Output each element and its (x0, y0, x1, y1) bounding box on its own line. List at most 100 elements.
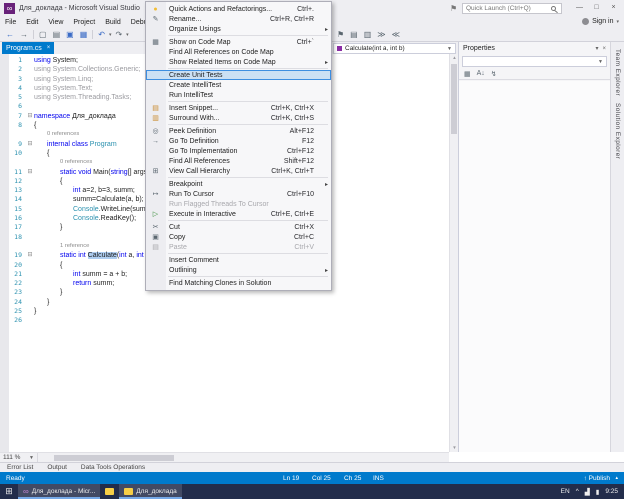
undo-icon[interactable]: ↶ (95, 30, 108, 39)
code-line[interactable]: 14summ=Calculate(a, b); (9, 195, 156, 204)
context-menu-item-quick-actions-and-refactorings[interactable]: ●Quick Actions and Refactorings...Ctrl+. (146, 4, 331, 14)
redo-icon[interactable]: ↷ (112, 30, 125, 39)
context-menu-item-find-matching-clones-in-solution[interactable]: Find Matching Clones in Solution (146, 278, 331, 288)
start-button[interactable]: ⊞ (0, 486, 18, 497)
code-line[interactable]: 16Console.ReadKey(); (9, 214, 156, 223)
maximize-button[interactable]: □ (588, 0, 605, 15)
taskbar-button-file-explorer[interactable] (100, 484, 119, 499)
code-line[interactable]: 26 (9, 316, 156, 325)
close-button[interactable]: × (605, 0, 622, 15)
side-tab-team-explorer[interactable]: Team Explorer (614, 49, 621, 96)
tab-close-icon[interactable]: × (47, 45, 51, 51)
breakpoint-margin[interactable] (0, 54, 9, 452)
code-line[interactable]: 10{ (9, 149, 156, 158)
context-menu-item-cut[interactable]: ✂CutCtrl+X (146, 222, 331, 232)
context-menu-item-run-to-cursor[interactable]: ↦Run To CursorCtrl+F10 (146, 189, 331, 199)
code-line[interactable]: 19⊟static int Calculate(int a, int b) (9, 251, 156, 260)
code-line[interactable]: 5using System.Threading.Tasks; (9, 93, 156, 102)
context-menu-item-find-all-references-on-code-map[interactable]: Find All References on Code Map (146, 47, 331, 57)
toggle-bookmark-icon[interactable]: ⚑ (334, 30, 347, 39)
editor-vertical-scrollbar[interactable]: ▲ ▼ (449, 54, 458, 452)
categorized-icon[interactable]: ▦ (464, 70, 471, 78)
code-line[interactable]: 20{ (9, 261, 156, 270)
taskbar-button-visual-studio[interactable]: ∞Для_доклада - Micr... (18, 484, 100, 499)
context-menu-item-show-on-code-map[interactable]: ▦Show on Code MapCtrl+` (146, 37, 331, 47)
context-menu-item-copy[interactable]: ▣CopyCtrl+C (146, 232, 331, 242)
fold-marker-icon[interactable]: ⊟ (26, 140, 34, 149)
code-line[interactable]: 24} (9, 298, 156, 307)
context-menu-item-surround-with[interactable]: ▥Surround With...Ctrl+K, Ctrl+S (146, 113, 331, 123)
code-line[interactable]: 21int summ = a + b; (9, 270, 156, 279)
context-menu-item-go-to-implementation[interactable]: Go To ImplementationCtrl+F12 (146, 146, 331, 156)
navigate-forward-icon[interactable]: → (17, 30, 31, 39)
side-tab-solution-explorer[interactable]: Solution Explorer (614, 103, 621, 159)
code-line[interactable]: 18 (9, 233, 156, 242)
code-line[interactable]: 15Console.WriteLine(summ); (9, 205, 156, 214)
save-all-icon[interactable]: ▦ (77, 30, 91, 39)
new-file-icon[interactable]: ▢ (36, 30, 50, 39)
code-line[interactable]: 1using System; (9, 56, 156, 65)
language-indicator[interactable]: EN (561, 488, 570, 495)
code-line[interactable]: 8{ (9, 121, 156, 130)
properties-panel-header[interactable]: Properties ▾× (459, 42, 610, 55)
chevron-up-icon[interactable]: ▴ (615, 475, 618, 481)
context-menu-item-view-call-hierarchy[interactable]: ⊞View Call HierarchyCtrl+K, Ctrl+T (146, 166, 331, 176)
bottom-tab-error-list[interactable]: Error List (0, 464, 40, 471)
close-icon[interactable]: × (602, 46, 606, 52)
code-line[interactable]: 23} (9, 288, 156, 297)
context-menu-item-run-intellitest[interactable]: Run IntelliTest (146, 90, 331, 100)
code-line[interactable]: 17} (9, 223, 156, 232)
code-line[interactable]: 12{ (9, 177, 156, 186)
context-menu-item-find-all-references[interactable]: Find All ReferencesShift+F12 (146, 156, 331, 166)
menu-item-view[interactable]: View (43, 17, 68, 28)
navigate-back-icon[interactable]: ← (3, 30, 17, 39)
properties-object-dropdown[interactable]: ▼ (462, 56, 607, 67)
menu-item-project[interactable]: Project (68, 17, 100, 28)
network-icon[interactable]: ▟ (585, 488, 590, 496)
code-line[interactable]: 7⊟namespace Для_доклада (9, 112, 156, 121)
codelens-row[interactable]: 0 references (9, 130, 156, 139)
indent-icon[interactable]: ≫ (374, 30, 388, 39)
redo-dropdown-icon[interactable]: ▾ (125, 32, 130, 38)
code-line[interactable]: 3using System.Linq; (9, 75, 156, 84)
open-file-icon[interactable]: ▤ (50, 30, 64, 39)
clock[interactable]: 9:25 (605, 488, 618, 495)
quick-launch-input[interactable] (463, 5, 551, 12)
fold-marker-icon[interactable]: ⊟ (26, 251, 34, 260)
context-menu-item-breakpoint[interactable]: Breakpoint▸ (146, 179, 331, 189)
code-line[interactable]: 13int a=2, b=3, summ; (9, 186, 156, 195)
outdent-icon[interactable]: ≪ (389, 30, 403, 39)
horizontal-scrollbar-thumb[interactable] (54, 455, 174, 461)
menu-item-edit[interactable]: Edit (21, 17, 43, 28)
battery-icon[interactable]: ▮ (596, 488, 600, 496)
taskbar-button-folder-window[interactable]: Для_доклада (119, 484, 181, 499)
chevron-up-icon[interactable]: ^ (576, 488, 579, 495)
fold-marker-icon[interactable]: ⊟ (26, 112, 34, 121)
tab-program-cs[interactable]: Program.cs × (2, 42, 54, 54)
publish-button[interactable]: ↑ Publish (584, 475, 610, 482)
code-line[interactable]: 25} (9, 307, 156, 316)
context-menu-item-rename[interactable]: ✎Rename...Ctrl+R, Ctrl+R (146, 14, 331, 24)
zoom-dropdown[interactable]: 111 % ▼ (0, 453, 38, 463)
context-menu-item-insert-comment[interactable]: Insert Comment (146, 255, 331, 265)
context-menu-item-show-related-items-on-code-map[interactable]: Show Related Items on Code Map▸ (146, 57, 331, 67)
context-menu-item-organize-usings[interactable]: Organize Usings▸ (146, 24, 331, 34)
code-line[interactable]: 22return summ; (9, 279, 156, 288)
sign-in-control[interactable]: Sign in ▾ (582, 18, 619, 25)
code-line[interactable]: 2using System.Collections.Generic; (9, 65, 156, 74)
code-line[interactable]: 9⊟internal class Program (9, 140, 156, 149)
context-menu-item-insert-snippet[interactable]: ▤Insert Snippet...Ctrl+K, Ctrl+X (146, 103, 331, 113)
context-menu-item-create-intellitest[interactable]: Create IntelliTest (146, 80, 331, 90)
navbar-member-dropdown[interactable]: Calculate(int a, int b) ▼ (333, 43, 456, 54)
notifications-flag-icon[interactable]: ⚑ (450, 4, 457, 13)
events-icon[interactable]: ↯ (491, 70, 497, 78)
save-icon[interactable]: ▣ (63, 30, 77, 39)
context-menu-item-go-to-definition[interactable]: →Go To DefinitionF12 (146, 136, 331, 146)
codelens-row[interactable]: 0 references (9, 158, 156, 167)
code-line[interactable]: 4using System.Text; (9, 84, 156, 93)
menu-item-build[interactable]: Build (100, 17, 126, 28)
scrollbar-thumb[interactable] (451, 64, 457, 134)
context-menu-item-create-unit-tests[interactable]: Create Unit Tests (146, 70, 331, 80)
codelens-row[interactable]: 1 reference (9, 242, 156, 251)
menu-item-file[interactable]: File (0, 17, 21, 28)
